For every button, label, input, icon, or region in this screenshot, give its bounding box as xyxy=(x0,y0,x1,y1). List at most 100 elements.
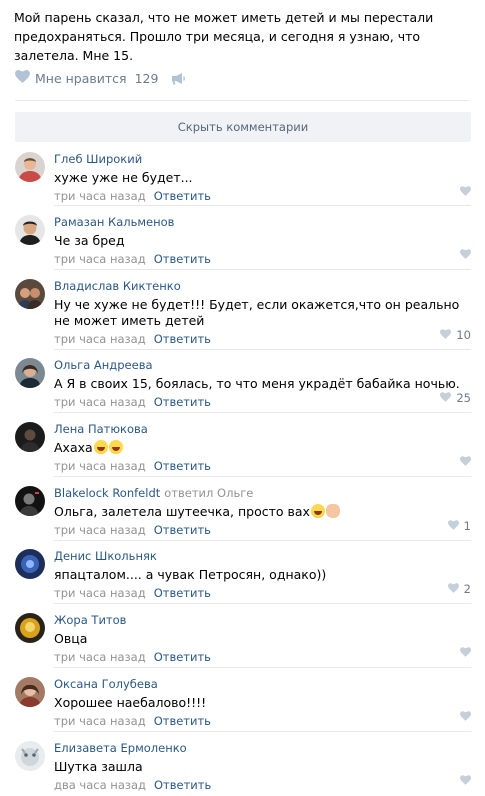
reply-button[interactable]: Ответить xyxy=(154,714,211,728)
avatar[interactable] xyxy=(15,358,45,388)
separator xyxy=(54,269,471,270)
post-text: Мой парень сказал, что не может иметь де… xyxy=(14,10,434,63)
reply-button[interactable]: Ответить xyxy=(154,650,211,664)
post-actions: Мне нравится 129 xyxy=(15,68,187,88)
comment-text: Ольга, залетела шутеечка, просто вах xyxy=(54,504,310,519)
share-icon[interactable] xyxy=(171,72,187,85)
avatar[interactable] xyxy=(15,613,45,643)
comment-time[interactable]: два часа назад xyxy=(54,778,146,792)
heart-icon xyxy=(460,710,471,724)
heart-icon xyxy=(440,328,452,342)
comment-like-button[interactable]: 2 xyxy=(447,582,471,596)
avatar[interactable] xyxy=(15,422,45,452)
avatar[interactable] xyxy=(15,677,45,707)
laughing-emoji-icon xyxy=(310,504,325,518)
comment-text: Овца xyxy=(54,631,88,646)
reply-button[interactable]: Ответить xyxy=(154,778,211,792)
reply-button[interactable]: Ответить xyxy=(154,189,211,203)
comment-like-button[interactable] xyxy=(460,710,471,724)
comment-time[interactable]: три часа назад xyxy=(54,523,146,537)
reply-button[interactable]: Ответить xyxy=(154,395,211,409)
comment-like-button[interactable] xyxy=(460,646,471,660)
replied-word: ответил xyxy=(164,486,214,500)
laughing-emoji-icon xyxy=(108,440,123,454)
reply-button[interactable]: Ответить xyxy=(154,586,211,600)
comment-time[interactable]: три часа назад xyxy=(54,252,146,266)
post-like-label: Мне нравится xyxy=(35,70,127,86)
comment-like-button[interactable] xyxy=(460,774,471,788)
comment-like-button[interactable] xyxy=(460,248,471,262)
separator xyxy=(54,205,471,206)
comment-like-count: 25 xyxy=(456,391,471,405)
comment-text-line: Ахаха xyxy=(54,440,470,456)
ok-hand-emoji-icon xyxy=(325,504,340,518)
separator xyxy=(54,667,471,668)
comment-time[interactable]: три часа назад xyxy=(54,459,146,473)
hide-comments-button[interactable]: Скрыть комментарии xyxy=(15,112,471,142)
comment-text: япацталом.... а чувак Петросян, однако)) xyxy=(54,567,327,582)
comment-like-button[interactable] xyxy=(460,185,471,199)
comment-like-count: 10 xyxy=(456,328,471,342)
comment-author[interactable]: Лена Патюкова xyxy=(54,422,148,436)
avatar[interactable] xyxy=(15,486,45,516)
separator xyxy=(54,540,471,541)
comment-like-button[interactable]: 25 xyxy=(440,391,471,405)
comment-author[interactable]: Жора Титов xyxy=(54,613,126,627)
comment-like-button[interactable] xyxy=(460,455,471,469)
separator xyxy=(54,603,471,604)
reply-button[interactable]: Ответить xyxy=(154,523,211,537)
avatar[interactable] xyxy=(15,215,45,245)
comment-text: Ну че хуже не будет!!! Будет, если окаже… xyxy=(54,297,464,328)
comment-time[interactable]: три часа назад xyxy=(54,650,146,664)
reply-button[interactable]: Ответить xyxy=(154,459,211,473)
heart-icon xyxy=(460,774,471,788)
avatar[interactable] xyxy=(15,152,45,182)
comment-time[interactable]: три часа назад xyxy=(54,395,146,409)
comment-text: Шутка зашла xyxy=(54,759,143,774)
comment-author[interactable]: Ольга Андреева xyxy=(54,358,153,372)
comment-text: А Я в своих 15, боялась, то что меня укр… xyxy=(54,376,460,391)
avatar[interactable] xyxy=(15,549,45,579)
post-like-button[interactable]: Мне нравится 129 xyxy=(15,70,158,86)
comment-author[interactable]: Blakelock Ronfeldt xyxy=(54,486,160,500)
avatar[interactable] xyxy=(15,279,45,309)
separator xyxy=(54,476,471,477)
comment-time[interactable]: три часа назад xyxy=(54,714,146,728)
separator xyxy=(54,731,471,732)
comment-text-line: Ольга, залетела шутеечка, просто вах xyxy=(54,504,470,520)
avatar[interactable] xyxy=(15,741,45,771)
heart-icon xyxy=(440,391,452,405)
replied-to-link[interactable]: Ольге xyxy=(217,486,253,500)
separator xyxy=(54,412,471,413)
heart-icon xyxy=(460,185,471,199)
separator xyxy=(54,349,471,350)
comment-like-count: 2 xyxy=(463,582,471,596)
heart-icon xyxy=(460,248,471,262)
heart-icon xyxy=(447,519,459,533)
comment-author[interactable]: Оксана Голубева xyxy=(54,677,158,691)
heart-icon xyxy=(460,646,471,660)
heart-icon xyxy=(15,70,30,86)
comment-like-button[interactable]: 10 xyxy=(440,328,471,342)
comment-time[interactable]: три часа назад xyxy=(54,189,146,203)
comment-like-button[interactable]: 1 xyxy=(447,519,471,533)
comment-author[interactable]: Владислав Киктенко xyxy=(54,279,181,293)
comment-text: хуже уже не будет... xyxy=(54,170,193,185)
comment-author[interactable]: Глеб Широкий xyxy=(54,152,142,166)
comment-text: Че за бред xyxy=(54,233,125,248)
comment-like-count: 1 xyxy=(463,519,471,533)
comment-author[interactable]: Елизавета Ермоленко xyxy=(54,741,187,755)
comment-author[interactable]: Денис Школьняк xyxy=(54,549,157,563)
comment-author[interactable]: Рамазан Кальменов xyxy=(54,215,174,229)
heart-icon xyxy=(460,455,471,469)
reply-button[interactable]: Ответить xyxy=(154,252,211,266)
comment-time[interactable]: три часа назад xyxy=(54,332,146,346)
post-like-count: 129 xyxy=(134,70,159,86)
comment-time[interactable]: три часа назад xyxy=(54,586,146,600)
comment-text: Ахаха xyxy=(54,440,93,455)
laughing-emoji-icon xyxy=(93,440,108,454)
reply-button[interactable]: Ответить xyxy=(154,332,211,346)
heart-icon xyxy=(447,582,459,596)
comment-text: Хорошее наебалово!!!! xyxy=(54,695,207,710)
separator xyxy=(15,100,470,101)
